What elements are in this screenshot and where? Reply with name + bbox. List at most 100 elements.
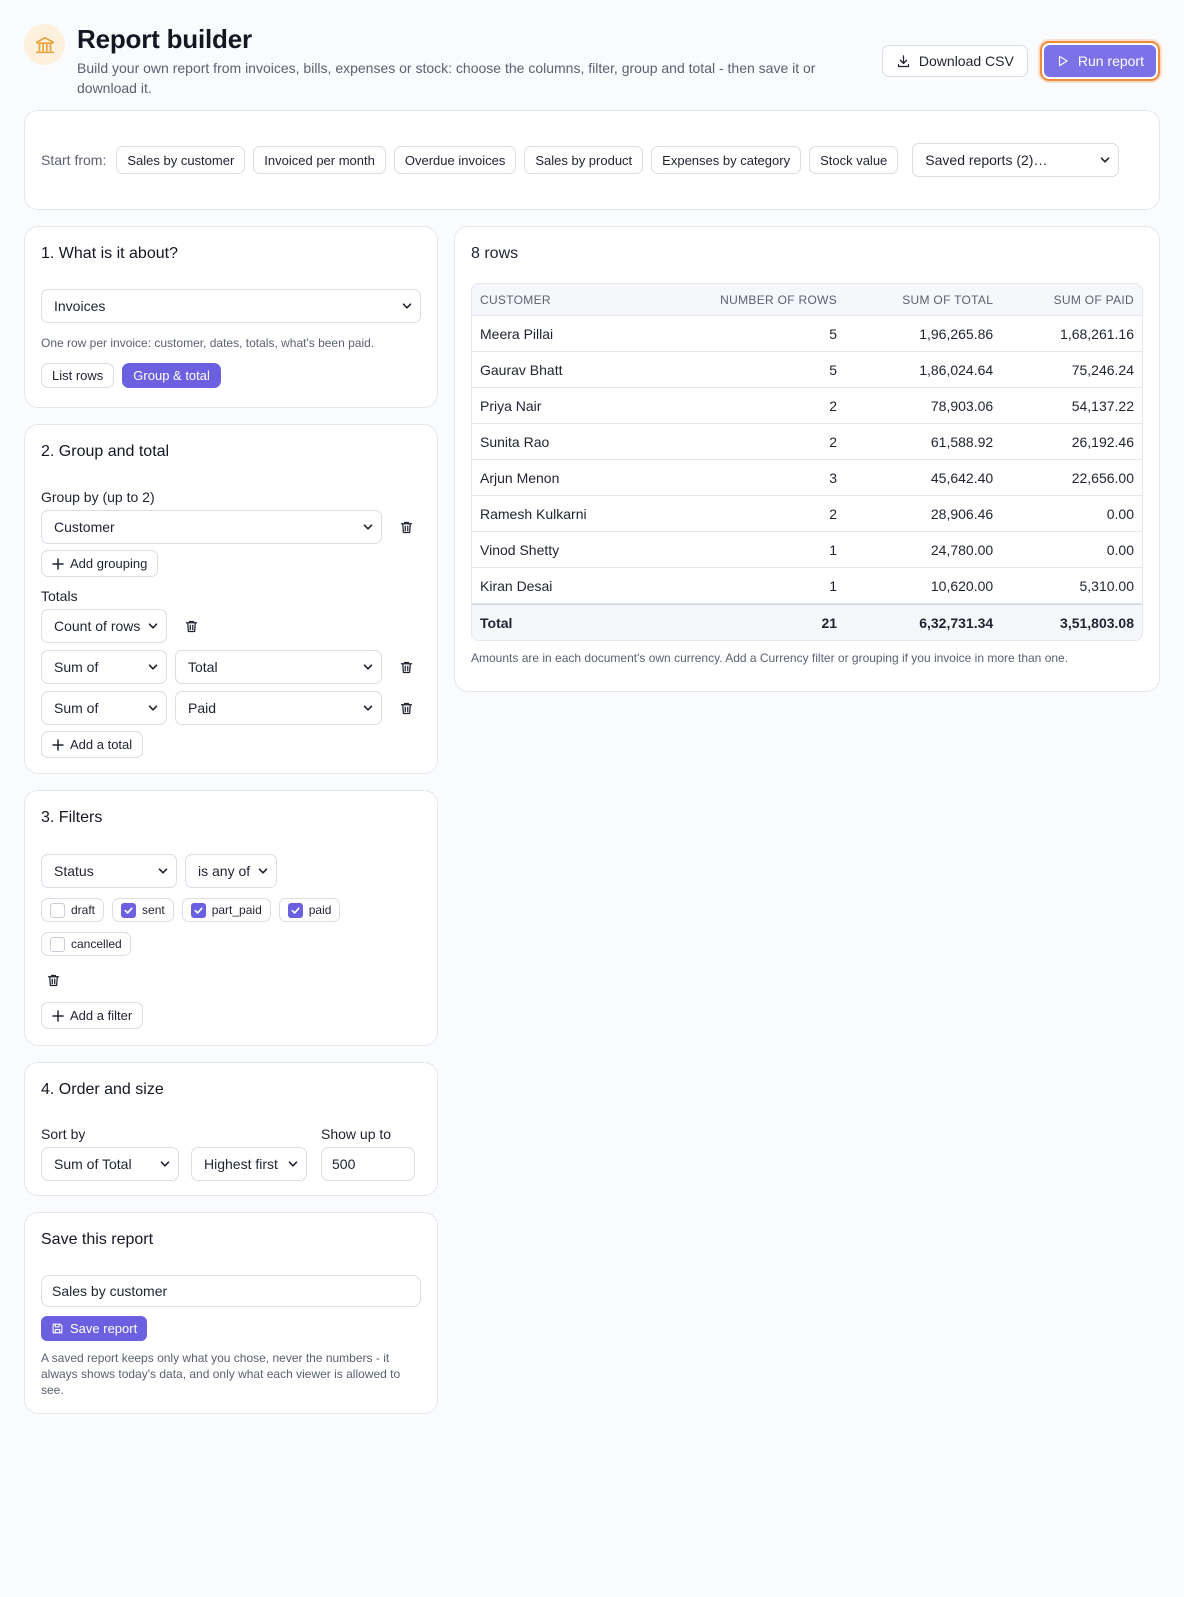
run-report-label: Run report xyxy=(1077,53,1144,69)
chevron-down-icon xyxy=(160,1161,170,1167)
section-save-title: Save this report xyxy=(41,1231,154,1248)
cell-total: 1,86,024.64 xyxy=(845,352,1002,388)
section-group-total: 2. Group and total Group by (up to 2) Cu… xyxy=(24,424,438,774)
preset-expenses-by-category[interactable]: Expenses by category xyxy=(651,146,802,174)
mode-group-total[interactable]: Group & total xyxy=(122,363,221,388)
save-report-button[interactable]: Save report xyxy=(41,1316,148,1341)
status-option-paid[interactable]: paid xyxy=(278,898,341,922)
cell-paid: 5,310.00 xyxy=(1001,568,1142,604)
trash-icon xyxy=(185,620,197,632)
table-row: Gaurav Bhatt 5 1,86,024.64 75,246.24 xyxy=(472,352,1142,388)
table-row: Priya Nair 2 78,903.06 54,137.22 xyxy=(472,388,1142,424)
total-sum2-field-value: Paid xyxy=(188,700,217,716)
group-by-select[interactable]: Customer xyxy=(41,510,382,544)
cell-count: 1 xyxy=(651,532,846,568)
saved-reports-select[interactable]: Saved reports (2)… xyxy=(912,143,1120,177)
table-row: Ramesh Kulkarni 2 28,906.46 0.00 xyxy=(472,496,1142,532)
total-sum1-field-select[interactable]: Total xyxy=(175,650,382,684)
checkbox-unchecked xyxy=(50,902,65,918)
total-sum2-field-select[interactable]: Paid xyxy=(175,691,382,725)
sort-field-select[interactable]: Sum of Total xyxy=(41,1147,179,1181)
add-grouping-wrap: Add grouping xyxy=(41,550,421,577)
cell-paid: 54,137.22 xyxy=(1001,388,1142,424)
checkbox-checked xyxy=(121,902,137,918)
cell-total: 61,588.92 xyxy=(845,424,1002,460)
preset-stock-value[interactable]: Stock value xyxy=(809,146,899,174)
add-total-button[interactable]: Add a total xyxy=(41,731,144,758)
add-total-label: Add a total xyxy=(70,737,133,752)
checkbox-checked xyxy=(287,902,303,918)
remove-total-count-button[interactable] xyxy=(179,614,203,638)
group-by-label: Group by (up to 2) xyxy=(41,489,155,505)
header-left: Report builder Build your own report fro… xyxy=(24,24,857,98)
preset-sales-by-product[interactable]: Sales by product xyxy=(524,146,644,174)
add-grouping-label: Add grouping xyxy=(70,556,148,571)
source-select[interactable]: Invoices xyxy=(41,289,421,323)
col-customer[interactable]: CUSTOMER xyxy=(472,284,652,316)
cell-customer: Sunita Rao xyxy=(472,424,652,460)
col-sum-of-total[interactable]: SUM OF TOTAL xyxy=(845,284,1002,316)
section-order-title: 4. Order and size xyxy=(41,1081,164,1098)
mode-list-rows[interactable]: List rows xyxy=(41,363,115,388)
table-row: Meera Pillai 5 1,96,265.86 1,68,261.16 xyxy=(472,316,1142,352)
presets-label: Start from: xyxy=(41,152,107,168)
check-icon xyxy=(124,906,133,914)
report-name-input[interactable]: Sales by customer xyxy=(41,1275,421,1307)
cell-count: 2 xyxy=(651,424,846,460)
saved-reports-value: Saved reports (2)… xyxy=(925,152,1048,168)
col-sum-of-paid[interactable]: SUM OF PAID xyxy=(1001,284,1142,316)
trash-icon xyxy=(400,521,412,533)
add-total-wrap: Add a total xyxy=(41,731,421,758)
group-by-value: Customer xyxy=(54,519,115,535)
add-filter-button[interactable]: Add a filter xyxy=(41,1002,144,1029)
trash-icon xyxy=(400,702,412,714)
total-sum2-agg-select[interactable]: Sum of xyxy=(41,691,167,725)
cell-total: 45,642.40 xyxy=(845,460,1002,496)
status-option-cancelled[interactable]: cancelled xyxy=(41,932,131,956)
status-option-sent[interactable]: sent xyxy=(112,898,174,922)
trash-icon xyxy=(400,661,412,673)
status-option-draft[interactable]: draft xyxy=(41,898,105,922)
total-sum-total: 6,32,731.34 xyxy=(845,604,1002,640)
save-button-wrap: Save report xyxy=(41,1316,421,1341)
check-icon xyxy=(291,906,300,914)
sort-direction-select[interactable]: Highest first xyxy=(191,1147,307,1181)
filter-operator-select[interactable]: is any of xyxy=(185,854,277,888)
sort-group: Sort by Sum of Total Highest first xyxy=(41,1125,307,1181)
table-row: Sunita Rao 2 61,588.92 26,192.46 xyxy=(472,424,1142,460)
preset-invoiced-per-month[interactable]: Invoiced per month xyxy=(253,146,386,174)
remove-total-sum2-button[interactable] xyxy=(394,696,418,720)
bank-icon xyxy=(24,24,65,65)
filter-field-select[interactable]: Status xyxy=(41,854,177,888)
checkbox-checked xyxy=(190,902,206,918)
total-count-row: Count of rows xyxy=(41,609,421,643)
run-report-button[interactable]: Run report xyxy=(1043,45,1156,77)
results-count: 8 rows xyxy=(471,245,519,262)
report-builder-page: Report builder Build your own report fro… xyxy=(0,0,1184,1597)
cell-paid: 0.00 xyxy=(1001,532,1142,568)
remove-grouping-button[interactable] xyxy=(394,515,418,539)
preset-sales-by-customer[interactable]: Sales by customer xyxy=(116,146,246,174)
remove-filter-button[interactable] xyxy=(41,968,65,992)
status-option-label: paid xyxy=(308,903,332,917)
presets-bar: Start from: Sales by customer Invoiced p… xyxy=(24,110,1160,210)
save-report-label: Save report xyxy=(70,1321,138,1336)
remove-total-sum1-button[interactable] xyxy=(394,655,418,679)
row-limit-input[interactable]: 500 xyxy=(321,1147,415,1181)
add-grouping-button[interactable]: Add grouping xyxy=(41,550,159,577)
status-option-label: part_paid xyxy=(211,903,262,917)
chevron-down-icon xyxy=(1100,157,1110,163)
total-label: Total xyxy=(472,604,652,640)
total-sum1-agg-select[interactable]: Sum of xyxy=(41,650,167,684)
cell-total: 28,906.46 xyxy=(845,496,1002,532)
table-header-row: CUSTOMER NUMBER OF ROWS SUM OF TOTAL SUM… xyxy=(472,284,1142,316)
total-count-select[interactable]: Count of rows xyxy=(41,609,167,643)
total-sum1-agg-value: Sum of xyxy=(54,659,99,675)
preset-overdue-invoices[interactable]: Overdue invoices xyxy=(393,146,517,174)
status-option-part-paid[interactable]: part_paid xyxy=(181,898,271,922)
download-csv-button[interactable]: Download CSV xyxy=(881,45,1028,77)
cell-count: 3 xyxy=(651,460,846,496)
cell-paid: 26,192.46 xyxy=(1001,424,1142,460)
col-number-of-rows[interactable]: NUMBER OF ROWS xyxy=(651,284,846,316)
save-note: A saved report keeps only what you chose… xyxy=(41,1351,401,1397)
